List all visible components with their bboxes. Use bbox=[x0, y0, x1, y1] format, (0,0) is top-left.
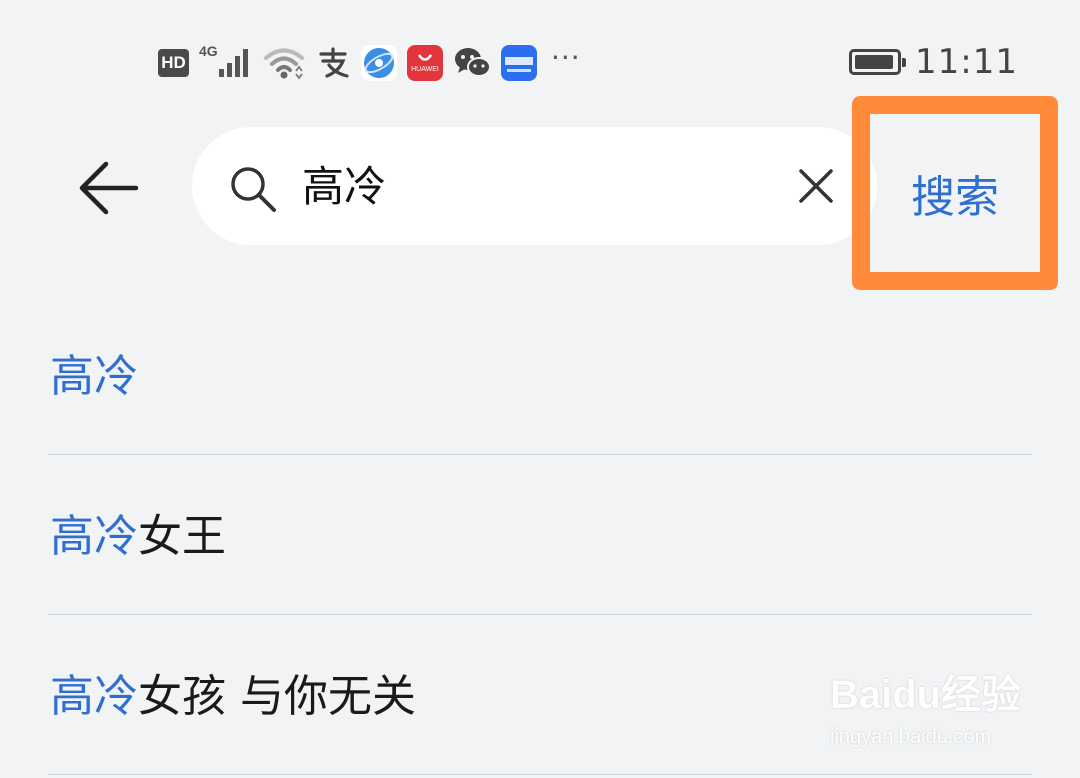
back-button[interactable] bbox=[68, 150, 148, 226]
alipay-icon bbox=[315, 45, 351, 81]
suggestion-match: 高冷 bbox=[50, 511, 138, 562]
watermark-brand: Baidu经验 bbox=[830, 673, 1022, 717]
status-bar-left: HD 4G HUAWEI ··· bbox=[158, 41, 581, 82]
wifi-icon bbox=[263, 45, 305, 81]
more-notifications-icon: ··· bbox=[551, 41, 581, 74]
status-bar-right: 11:11 bbox=[849, 40, 1018, 84]
browser-icon bbox=[361, 45, 397, 81]
suggestion-rest: 女孩 与你无关 bbox=[138, 671, 416, 722]
clock: 11:11 bbox=[915, 42, 1018, 82]
search-button[interactable]: 搜索 bbox=[870, 114, 1040, 272]
suggestion-item[interactable]: 高冷 bbox=[48, 295, 1032, 455]
suggestion-text: 高冷女王 bbox=[50, 505, 226, 569]
suggestion-text: 高冷 bbox=[50, 345, 138, 409]
suggestion-item[interactable]: 高冷女王 bbox=[48, 455, 1032, 615]
huawei-appgallery-icon: HUAWEI bbox=[407, 45, 443, 81]
suggestion-match: 高冷 bbox=[50, 351, 138, 402]
watermark: Baidu经验 jingyan.baidu.com bbox=[830, 662, 1030, 762]
tmall-icon bbox=[501, 45, 537, 81]
wechat-icon bbox=[453, 45, 491, 81]
suggestion-rest: 女王 bbox=[138, 511, 226, 562]
search-icon bbox=[231, 167, 276, 212]
arrow-left-icon bbox=[79, 161, 139, 215]
suggestion-text: 高冷女孩 与你无关 bbox=[50, 665, 416, 729]
network-type-label: 4G bbox=[199, 43, 218, 59]
huawei-label: HUAWEI bbox=[411, 66, 439, 73]
search-input[interactable]: 高冷 bbox=[302, 155, 762, 219]
hd-badge: HD bbox=[158, 49, 189, 77]
signal-icon: 4G bbox=[199, 43, 253, 81]
battery-level bbox=[855, 55, 894, 69]
battery-icon bbox=[849, 49, 907, 75]
watermark-url: jingyan.baidu.com bbox=[830, 726, 992, 748]
clear-icon[interactable] bbox=[796, 166, 836, 206]
suggestion-match: 高冷 bbox=[50, 671, 138, 722]
